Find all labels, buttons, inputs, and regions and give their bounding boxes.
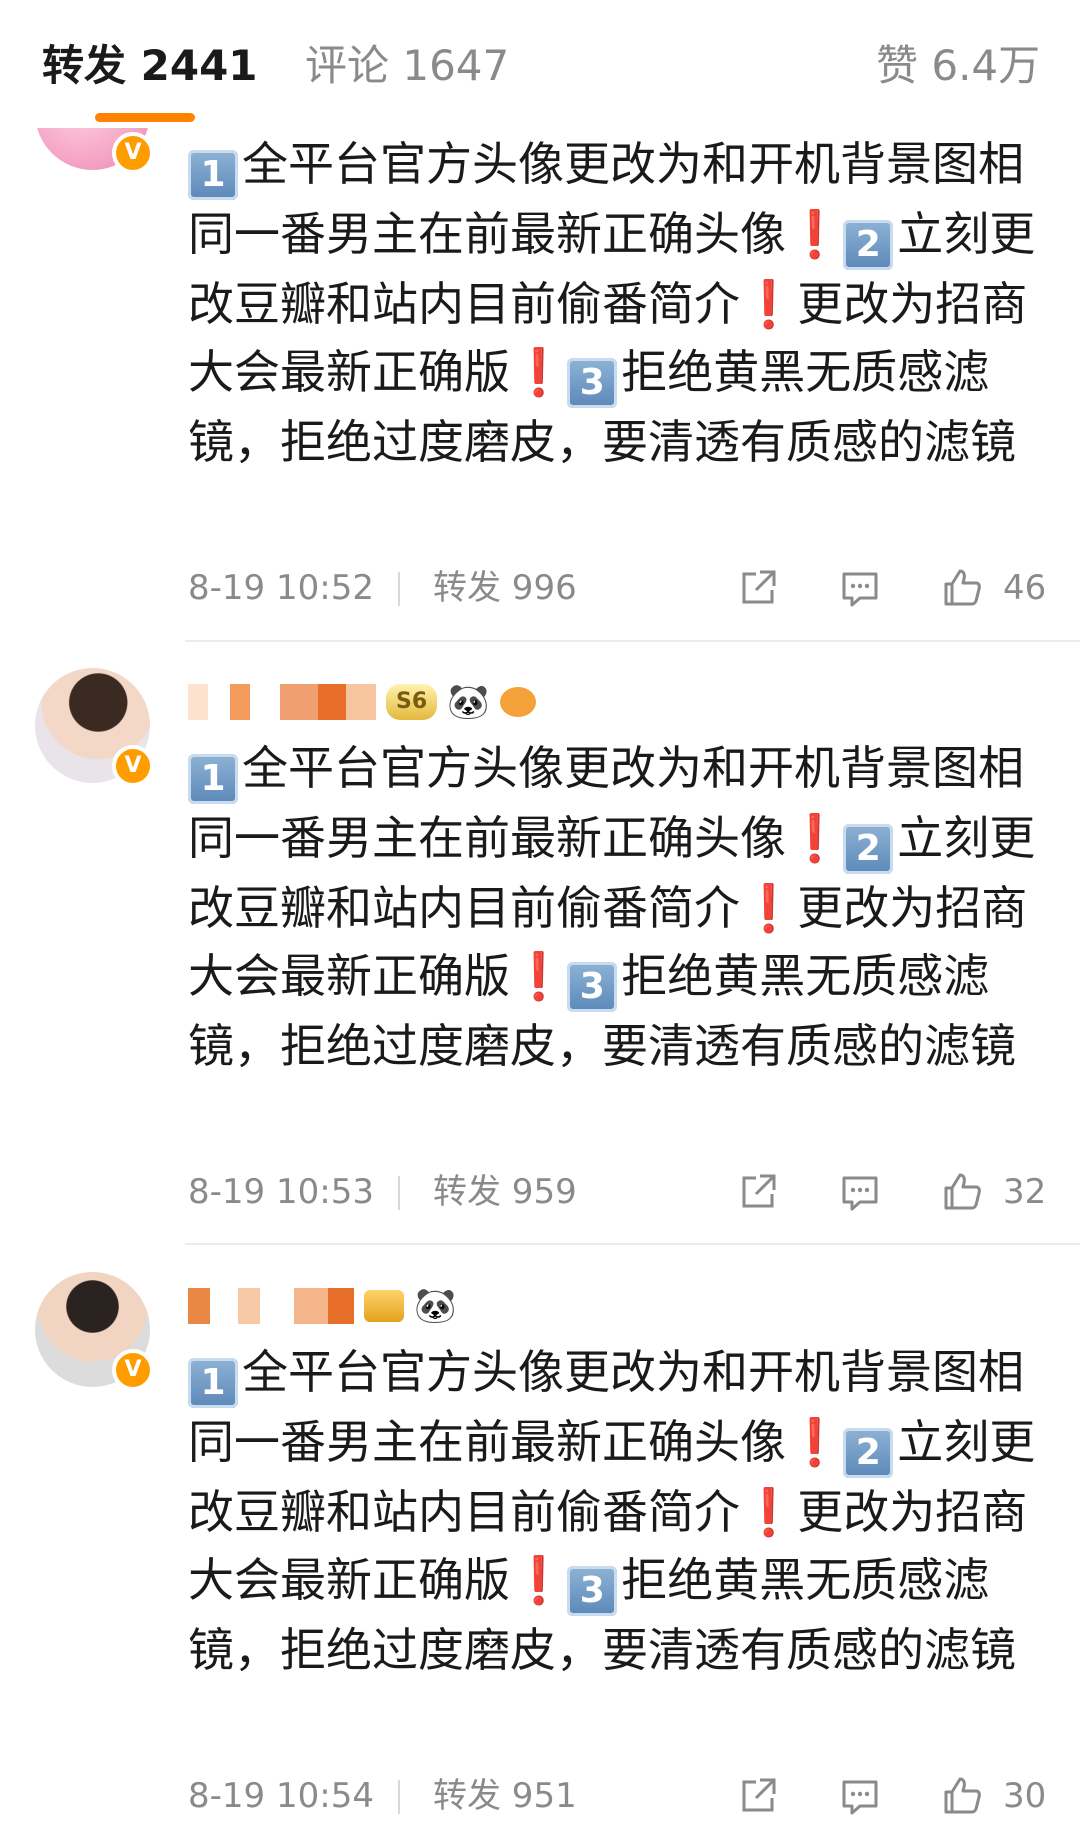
- divider: [398, 572, 400, 606]
- divider: [398, 1780, 400, 1814]
- achievement-badge-icon: [364, 1290, 404, 1322]
- verified-badge-icon: V: [112, 1349, 154, 1391]
- panda-icon: 🐼: [414, 1286, 457, 1326]
- tab-reposts[interactable]: 转发 2441: [42, 38, 258, 94]
- keycap-one-icon: 1: [188, 150, 238, 200]
- like-count: 46: [1003, 568, 1047, 608]
- like-count: 30: [1003, 1776, 1047, 1816]
- keycap-one-icon: 1: [188, 754, 238, 804]
- exclamation-icon: ❗: [510, 1553, 568, 1607]
- panda-icon: 🐼: [447, 682, 490, 722]
- comment-icon[interactable]: [838, 1170, 882, 1214]
- repost-meta: 8-19 10:52 转发 996 46: [188, 558, 1048, 618]
- fish-badge-icon: [499, 687, 536, 717]
- exclamation-icon: ❗: [510, 949, 568, 1003]
- exclamation-icon: ❗: [510, 345, 568, 399]
- comment-icon[interactable]: [838, 566, 882, 610]
- timestamp: 8-19 10:52: [188, 568, 374, 608]
- verified-badge-icon: V: [112, 745, 154, 787]
- verified-badge-icon: V: [112, 132, 154, 174]
- like-thumb-icon[interactable]: [940, 566, 984, 610]
- tab-bar: 转发 2441 评论 1647 赞 6.4万: [0, 0, 1080, 128]
- repost-count-link[interactable]: 转发 951: [433, 1766, 577, 1826]
- repost-count-link[interactable]: 转发 996: [433, 558, 577, 618]
- share-icon[interactable]: [736, 1170, 780, 1214]
- blurred-username: [188, 1288, 210, 1324]
- exclamation-icon: ❗: [786, 207, 844, 261]
- exclamation-icon: ❗: [786, 811, 844, 865]
- level-badge-icon: S6: [386, 684, 438, 720]
- keycap-three-icon: 3: [567, 358, 618, 408]
- repost-content: 1 全平台官方头像更改为和开机背景图相同一番男主在前最新正确头像❗ 2 立刻更改豆瓣和…: [188, 1345, 1036, 1677]
- avatar[interactable]: V: [35, 1272, 154, 1391]
- tab-comments[interactable]: 评论 1647: [305, 38, 509, 94]
- comment-icon[interactable]: [838, 1774, 882, 1818]
- keycap-three-icon: 3: [567, 962, 618, 1012]
- username-row[interactable]: S6 🐼: [188, 672, 536, 732]
- exclamation-icon: ❗: [740, 881, 798, 935]
- like-thumb-icon[interactable]: [940, 1170, 984, 1214]
- tab-likes[interactable]: 赞 6.4万: [876, 38, 1040, 94]
- repost-meta: 8-19 10:53 转发 959 32: [188, 1162, 1048, 1222]
- separator: [185, 1243, 1080, 1245]
- share-icon[interactable]: [736, 566, 780, 610]
- keycap-three-icon: 3: [567, 1566, 618, 1616]
- active-tab-indicator: [95, 113, 195, 122]
- keycap-two-icon: 2: [843, 1428, 894, 1478]
- separator: [185, 640, 1080, 642]
- keycap-two-icon: 2: [843, 220, 894, 270]
- divider: [398, 1176, 400, 1210]
- exclamation-icon: ❗: [740, 1485, 798, 1539]
- keycap-one-icon: 1: [188, 1358, 238, 1408]
- blurred-username: [188, 684, 208, 720]
- share-icon[interactable]: [736, 1774, 780, 1818]
- repost-meta: 8-19 10:54 转发 951 30: [188, 1766, 1048, 1826]
- avatar[interactable]: V: [35, 668, 154, 787]
- exclamation-icon: ❗: [740, 277, 798, 331]
- like-thumb-icon[interactable]: [940, 1774, 984, 1818]
- repost-content: 1 全平台官方头像更改为和开机背景图相同一番男主在前最新正确头像❗ 2 立刻更改豆瓣和…: [188, 741, 1036, 1073]
- username-row[interactable]: 🐼: [188, 1276, 456, 1336]
- repost-content: 1 全平台官方头像更改为和开机背景图相同一番男主在前最新正确头像❗ 2 立刻更改豆瓣和…: [188, 137, 1036, 469]
- repost-count-link[interactable]: 转发 959: [433, 1162, 577, 1222]
- keycap-two-icon: 2: [843, 824, 894, 874]
- timestamp: 8-19 10:53: [188, 1172, 374, 1212]
- like-count: 32: [1003, 1172, 1047, 1212]
- timestamp: 8-19 10:54: [188, 1776, 374, 1816]
- exclamation-icon: ❗: [786, 1415, 844, 1469]
